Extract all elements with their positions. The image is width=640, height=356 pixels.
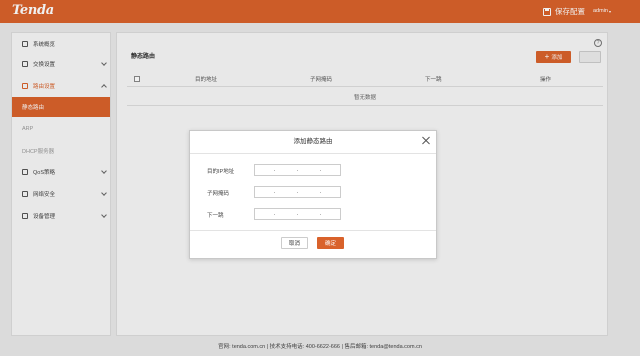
close-icon[interactable] (421, 136, 431, 146)
next-hop-input[interactable]: . . . (254, 208, 341, 220)
dialog-divider (190, 230, 436, 231)
ip-separator: . (296, 167, 299, 173)
ip-separator: . (273, 211, 276, 217)
next-hop-label: 下一跳 (207, 213, 224, 219)
subnet-mask-input[interactable]: . . . (254, 186, 341, 198)
subnet-mask-label: 子网掩码 (207, 191, 230, 197)
ip-separator: . (319, 189, 322, 195)
destination-ip-input[interactable]: . . . (254, 164, 341, 176)
ip-separator: . (273, 167, 276, 173)
confirm-button[interactable]: 确定 (317, 237, 344, 249)
ip-separator: . (273, 189, 276, 195)
destination-ip-label: 目的IP地址 (207, 169, 235, 175)
dialog-divider (190, 153, 436, 154)
ip-separator: . (296, 189, 299, 195)
ip-separator: . (319, 211, 322, 217)
ip-separator: . (296, 211, 299, 217)
add-static-route-dialog: 添加静态路由 目的IP地址 . . . 子网掩码 . . . 下一跳 . . .… (189, 130, 437, 259)
ip-separator: . (319, 167, 322, 173)
cancel-button[interactable]: 取消 (281, 237, 308, 249)
dialog-title: 添加静态路由 (293, 138, 333, 145)
